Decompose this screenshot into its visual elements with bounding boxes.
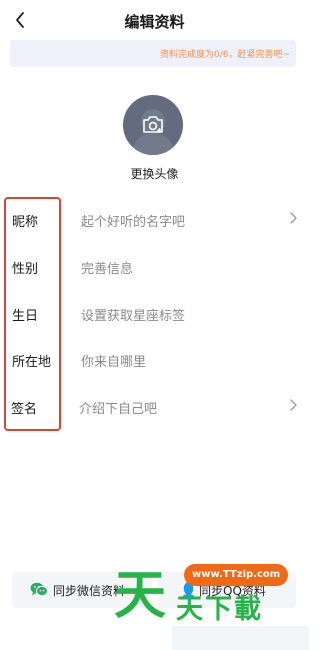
qq-icon: [183, 582, 194, 598]
bottom-home-strip: [172, 626, 309, 650]
chevron-right-icon: [290, 399, 297, 411]
row-value: 你来自哪里: [81, 355, 147, 370]
chevron-right-icon: [290, 212, 297, 224]
row-value: 介绍下自己吧: [79, 402, 158, 417]
row-value: 设置获取星座标签: [81, 309, 186, 324]
sync-wechat-label: 同步微信资料: [53, 584, 126, 598]
completion-text: 资料完成度为0/6，赶紧完善吧~: [159, 50, 290, 60]
top-bar: 编辑资料: [0, 0, 309, 42]
camera-plus-icon: [143, 116, 163, 133]
avatar-button[interactable]: [123, 95, 183, 155]
change-avatar-label[interactable]: 更换头像: [0, 165, 309, 182]
completion-banner[interactable]: 资料完成度为0/6，赶紧完善吧~: [10, 40, 296, 67]
page-title: 编辑资料: [124, 13, 185, 31]
sync-qq-label: 同步QQ资料: [199, 584, 266, 598]
sync-qq-button[interactable]: 同步QQ资料: [158, 572, 296, 608]
sync-wechat-button[interactable]: 同步微信资料: [12, 572, 152, 608]
row-value: 完善信息: [81, 262, 134, 277]
wechat-icon: [30, 582, 48, 597]
row-value: 起个好听的名字吧: [81, 215, 186, 230]
label-highlight-box: [4, 197, 61, 431]
